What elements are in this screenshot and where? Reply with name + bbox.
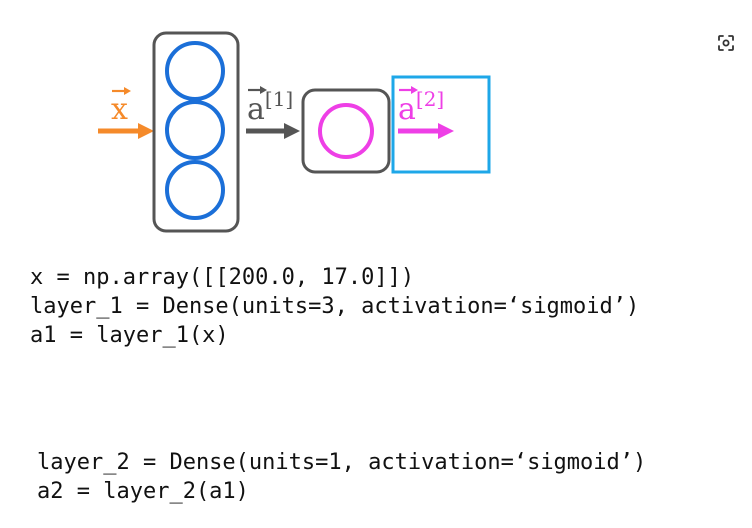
- layer-2-box: [301, 88, 391, 174]
- layer-1-neuron-3: [165, 160, 225, 220]
- code-line: a2 = layer_2(a1): [37, 479, 249, 504]
- layer-2-neuron: [318, 103, 374, 159]
- code-line: layer_2 = Dense(units=1, activation=‘sig…: [37, 450, 647, 475]
- code-block-layer-2: layer_2 = Dense(units=1, activation=‘sig…: [37, 448, 646, 506]
- layer-1-neuron-2: [165, 100, 225, 160]
- code-block-layer-1: x = np.array([[200.0, 17.0]]) layer_1 = D…: [30, 263, 639, 350]
- final-output-label: a[2]: [398, 87, 444, 127]
- hidden-activation-label: a[1]: [247, 87, 293, 127]
- layer-1-neuron-1: [165, 41, 225, 101]
- code-line: a1 = layer_1(x): [30, 323, 229, 348]
- visual-search-button[interactable]: [711, 28, 741, 58]
- code-line: layer_1 = Dense(units=3, activation=‘sig…: [30, 294, 640, 319]
- code-line: x = np.array([[200.0, 17.0]]): [30, 265, 415, 290]
- lens-scan-icon: [718, 35, 734, 51]
- input-x-label: x: [111, 92, 128, 127]
- neural-network-diagram: x a[1] a[2]: [98, 31, 491, 233]
